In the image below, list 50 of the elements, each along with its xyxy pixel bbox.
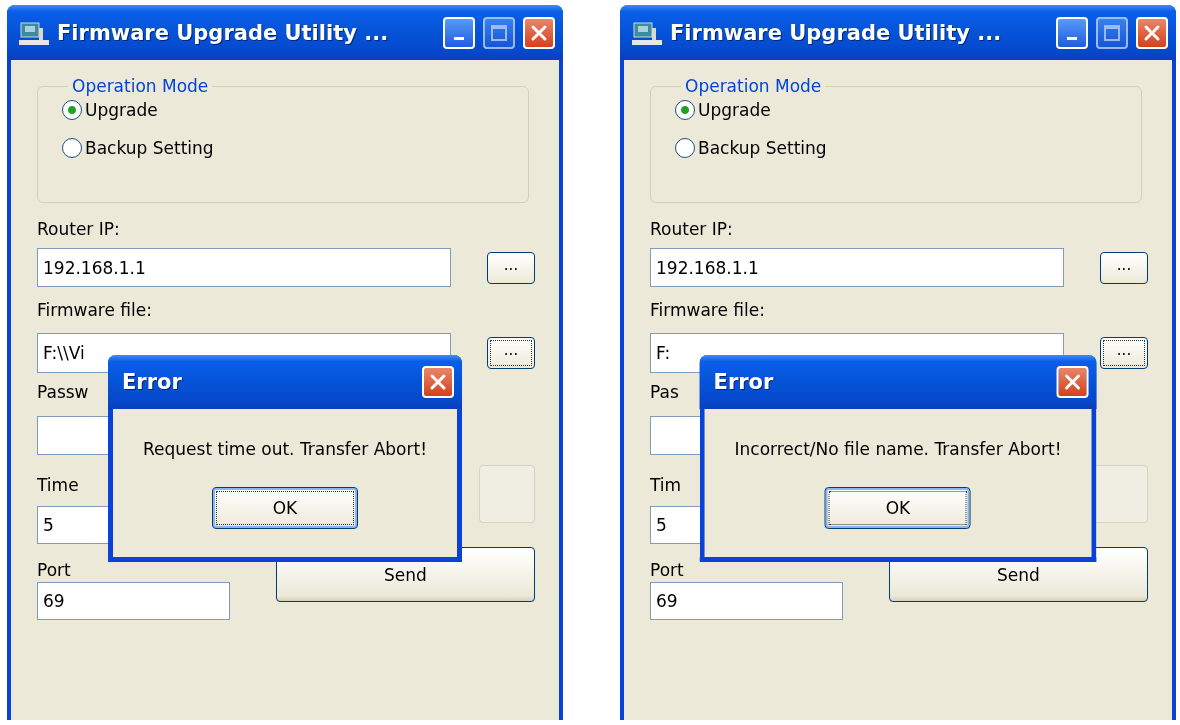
field-label: Passw <box>37 381 89 404</box>
browse-button[interactable]: ... <box>487 251 535 284</box>
radio-option[interactable]: Backup Setting <box>62 138 528 158</box>
computer-icon <box>632 19 662 46</box>
close-button[interactable] <box>523 16 555 49</box>
close-button[interactable] <box>1056 366 1089 398</box>
field-label: Port <box>37 559 71 582</box>
close-icon <box>1143 23 1161 42</box>
close-icon <box>1063 373 1082 391</box>
maximize-icon <box>1103 23 1121 42</box>
close-button[interactable] <box>422 366 454 398</box>
error-message: Incorrect/No file name. Transfer Abort! <box>734 439 1062 459</box>
minimize-icon <box>1067 37 1077 40</box>
field-label: Router IP: <box>37 218 120 241</box>
maximize-button[interactable] <box>483 16 515 49</box>
minimize-button[interactable] <box>443 16 475 49</box>
field-label: Time <box>37 474 79 497</box>
maximize-icon <box>490 23 508 42</box>
browse-button[interactable]: ... <box>487 337 535 369</box>
computer-icon <box>19 19 49 46</box>
input-field[interactable]: 69 <box>650 582 843 620</box>
browse-button[interactable]: ... <box>1100 251 1148 284</box>
browse-button[interactable]: ... <box>1100 337 1148 369</box>
field-label: Port <box>650 559 684 582</box>
field-label: Firmware file: <box>37 299 152 322</box>
ok-button[interactable]: OK <box>212 487 358 529</box>
field-label: Firmware file: <box>650 299 765 322</box>
input-field[interactable]: 69 <box>37 582 230 620</box>
ok-button[interactable]: OK <box>825 487 971 529</box>
input-field[interactable]: 192.168.1.1 <box>37 248 451 287</box>
close-icon <box>429 373 447 391</box>
maximize-button[interactable] <box>1096 16 1128 49</box>
close-icon <box>530 23 548 42</box>
input-field[interactable]: 192.168.1.1 <box>650 248 1064 287</box>
field-label: Router IP: <box>650 218 733 241</box>
dialog-title: Error <box>122 370 182 394</box>
field-label: Pas <box>650 381 679 404</box>
radio-option[interactable]: Upgrade <box>675 100 1141 120</box>
window-title: Firmware Upgrade Utility ... <box>57 20 390 45</box>
field-label: Tim <box>650 474 682 497</box>
minimize-button[interactable] <box>1056 16 1088 49</box>
radio-option[interactable]: Backup Setting <box>675 138 1141 158</box>
group-title: Operation Mode <box>71 76 210 96</box>
dialog-title: Error <box>713 370 774 394</box>
minimize-icon <box>454 37 464 40</box>
error-message: Request time out. Transfer Abort! <box>143 439 427 459</box>
group-title: Operation Mode <box>684 76 823 96</box>
radio-option[interactable]: Upgrade <box>62 100 528 120</box>
close-button[interactable] <box>1136 16 1168 49</box>
window-title: Firmware Upgrade Utility ... <box>670 20 1003 45</box>
